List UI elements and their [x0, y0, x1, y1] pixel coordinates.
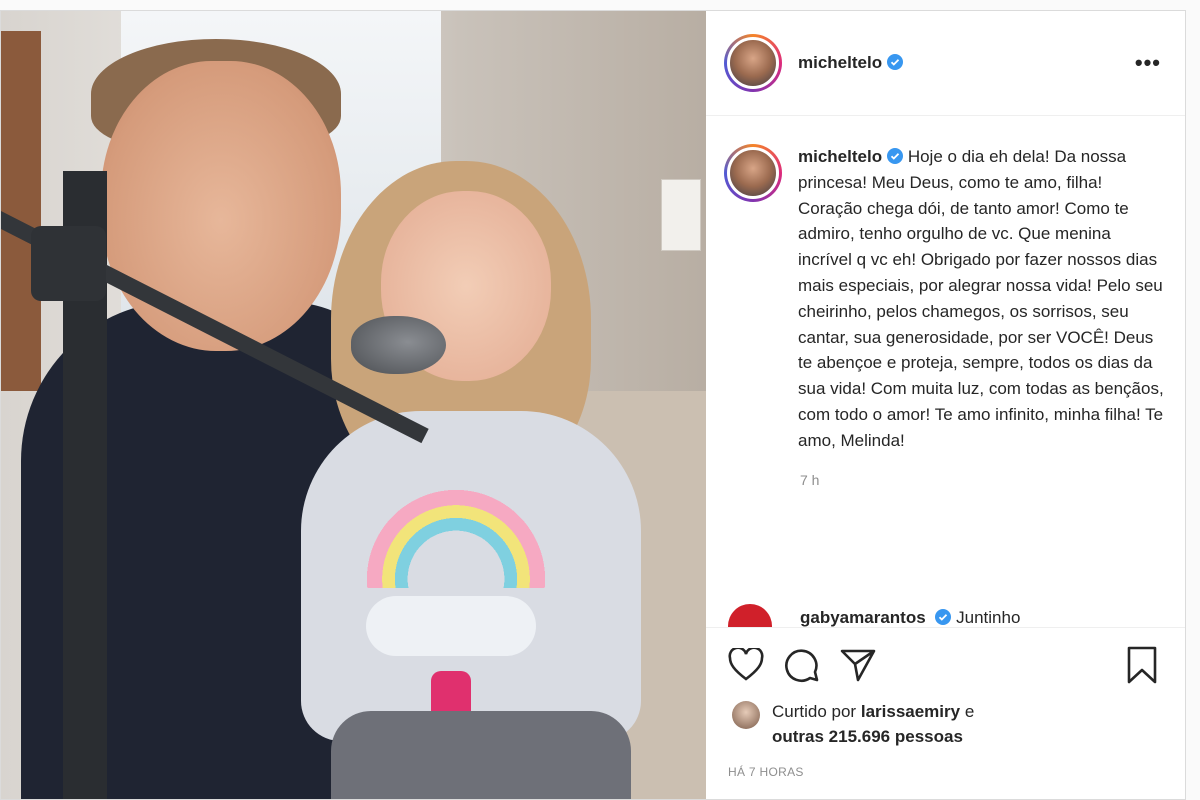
comment-icon[interactable] [784, 647, 820, 683]
post-window: micheltelo ••• micheltelo Hoje o dia eh … [0, 10, 1186, 800]
more-options-icon[interactable]: ••• [1135, 52, 1161, 74]
post-timestamp[interactable]: HÁ 7 HORAS [728, 765, 1159, 779]
verified-badge-icon [887, 54, 904, 70]
comment-text: Juntinho [956, 608, 1021, 627]
liker-username[interactable]: larissaemiry [861, 702, 960, 721]
heart-icon[interactable] [728, 648, 764, 682]
post-sidebar: micheltelo ••• micheltelo Hoje o dia eh … [706, 11, 1185, 799]
caption: micheltelo Hoje o dia eh dela! Da nossa … [724, 144, 1165, 454]
commenter-username[interactable]: gabyamarantos [800, 608, 926, 627]
post-header: micheltelo ••• [706, 11, 1185, 116]
commenter-avatar[interactable] [728, 604, 772, 627]
liker-avatar[interactable] [732, 701, 760, 729]
likes-count[interactable]: outras 215.696 pessoas [772, 727, 963, 746]
likes-summary: Curtido por larissaemiry e outras 215.69… [728, 699, 1159, 749]
post-photo[interactable] [1, 11, 706, 799]
author-avatar[interactable] [724, 34, 782, 92]
caption-text: Hoje o dia eh dela! Da nossa princesa! M… [798, 147, 1164, 450]
bookmark-icon[interactable] [1125, 646, 1159, 684]
post-actions: Curtido por larissaemiry e outras 215.69… [706, 627, 1185, 779]
caption-username[interactable]: micheltelo [798, 147, 904, 166]
comments-section: micheltelo Hoje o dia eh dela! Da nossa … [706, 116, 1185, 627]
author-username[interactable]: micheltelo [798, 53, 904, 73]
verified-badge-icon [935, 609, 952, 625]
caption-time[interactable]: 7 h [800, 472, 1165, 488]
caption-avatar[interactable] [724, 144, 782, 202]
share-icon[interactable] [840, 648, 876, 682]
comment-item: gabyamarantos Juntinho [728, 604, 1020, 627]
verified-badge-icon [887, 148, 904, 164]
